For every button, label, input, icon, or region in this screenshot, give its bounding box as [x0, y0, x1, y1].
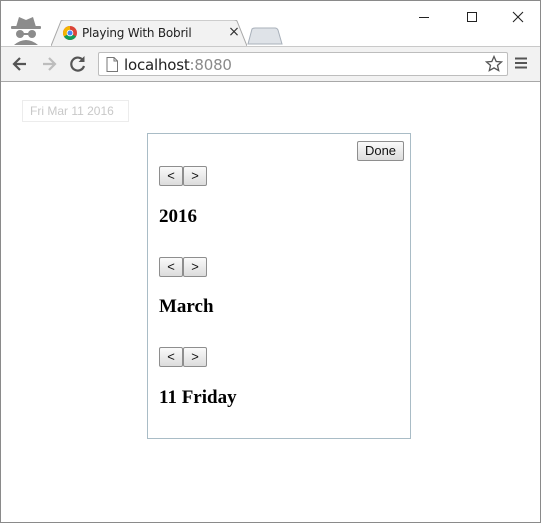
tab-playing-with-bobril[interactable]: Playing With Bobril × [51, 20, 247, 46]
year-next-button[interactable]: > [183, 166, 207, 186]
back-button[interactable] [10, 54, 30, 74]
url-text: localhost:8080 [124, 56, 232, 74]
day-heading: 11 Friday [159, 387, 237, 408]
tab-strip: Playing With Bobril × [1, 1, 540, 46]
minimize-button[interactable] [401, 1, 447, 31]
chrome-favicon-icon [63, 26, 77, 40]
minimize-icon [419, 17, 429, 18]
browser-menu-icon[interactable] [514, 56, 528, 75]
maximize-button[interactable] [449, 1, 495, 31]
date-picker-popup: Done < > 2016 < > March < > 11 Friday [147, 133, 411, 439]
incognito-icon [8, 15, 44, 45]
back-arrow-icon [12, 57, 26, 71]
bookmark-star-icon[interactable] [484, 54, 504, 78]
reload-button[interactable] [68, 54, 88, 74]
browser-window: Playing With Bobril × localhost:8080 Fri… [0, 0, 541, 523]
forward-arrow-icon [43, 57, 57, 71]
page-icon [106, 57, 118, 77]
tab-close-icon[interactable]: × [227, 25, 241, 39]
url-port: :8080 [189, 56, 232, 74]
tab-title: Playing With Bobril [82, 26, 192, 40]
close-window-button[interactable] [495, 1, 541, 31]
month-heading: March [159, 296, 214, 317]
address-bar[interactable]: localhost:8080 [98, 52, 508, 76]
day-next-button[interactable]: > [183, 347, 207, 367]
close-icon [512, 11, 524, 23]
day-prev-button[interactable]: < [159, 347, 183, 367]
maximize-icon [467, 12, 477, 22]
year-prev-button[interactable]: < [159, 166, 183, 186]
month-prev-button[interactable]: < [159, 257, 183, 277]
reload-icon [70, 56, 86, 72]
new-tab-button[interactable] [247, 27, 283, 45]
browser-toolbar: localhost:8080 [1, 46, 540, 82]
year-heading: 2016 [159, 206, 197, 227]
forward-button[interactable] [39, 54, 59, 74]
done-button[interactable]: Done [357, 141, 404, 161]
date-input[interactable]: Fri Mar 11 2016 [22, 100, 129, 122]
url-host: localhost [124, 56, 190, 74]
month-next-button[interactable]: > [183, 257, 207, 277]
